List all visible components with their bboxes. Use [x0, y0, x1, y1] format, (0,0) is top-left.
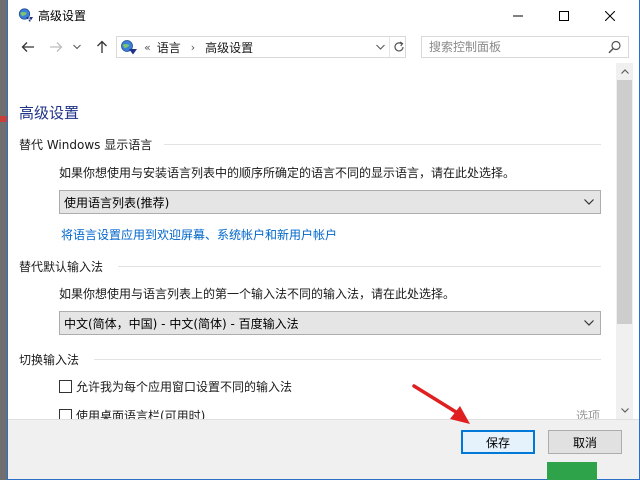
- search-box: [421, 36, 629, 58]
- minimize-icon: [513, 15, 523, 16]
- default-input-value: 中文(简体，中国) - 中文(简体) - 百度输入法: [64, 316, 299, 331]
- background-window-edge: [0, 116, 7, 122]
- desktop-language-bar-checkbox-row[interactable]: 使用桌面语言栏(可用时): [59, 407, 205, 419]
- address-bar[interactable]: « 语言 › 高级设置: [116, 36, 406, 58]
- switch-input-heading: 切换输入法: [19, 353, 80, 367]
- scroll-up-button[interactable]: [616, 63, 633, 80]
- section-divider: [94, 359, 601, 360]
- minimize-button[interactable]: [495, 0, 541, 31]
- address-dropdown-button[interactable]: [373, 37, 387, 57]
- page-title: 高级设置: [19, 104, 80, 122]
- annotation-arrow-icon: [412, 384, 470, 424]
- save-button[interactable]: 保存: [461, 430, 535, 454]
- dialog-footer: 保存 取消: [8, 419, 639, 479]
- desktop-language-bar-label[interactable]: 使用桌面语言栏(可用时): [76, 407, 205, 419]
- arrow-up-icon: [97, 40, 107, 53]
- display-language-select[interactable]: 使用语言列表(推荐): [59, 190, 601, 214]
- scroll-down-button[interactable]: [616, 402, 633, 419]
- close-icon: [605, 10, 615, 21]
- caret-up-icon: [620, 69, 629, 74]
- settings-content: 高级设置 替代 Windows 显示语言 如果你想使用与安装语言列表中的顺序所确…: [8, 63, 639, 419]
- per-app-input-checkbox-row[interactable]: 允许我为每个应用窗口设置不同的输入法: [59, 378, 292, 395]
- cancel-button[interactable]: 取消: [548, 430, 622, 454]
- language-bar-options-link[interactable]: 选项: [576, 407, 600, 419]
- forward-button[interactable]: [46, 38, 66, 56]
- advanced-settings-window: A 高级设置 « 语言 › 高级设置 搜索控制面板 高级设置 替代 Window…: [7, 0, 640, 480]
- display-language-heading: 替代 Windows 显示语言: [19, 138, 153, 152]
- search-input[interactable]: [422, 37, 604, 57]
- desktop-language-bar-checkbox[interactable]: [59, 409, 72, 419]
- svg-text:A: A: [28, 17, 32, 23]
- window-title: 高级设置: [38, 9, 87, 23]
- chevron-down-icon: [73, 44, 81, 50]
- breadcrumb-advanced-settings[interactable]: 高级设置: [205, 39, 253, 56]
- section-divider: [118, 266, 601, 267]
- vertical-scrollbar[interactable]: [616, 63, 633, 419]
- navigation-bar: « 语言 › 高级设置: [8, 31, 639, 63]
- maximize-button[interactable]: [541, 0, 587, 31]
- arrow-right-icon: [50, 42, 63, 52]
- close-button[interactable]: [587, 0, 633, 31]
- refresh-icon: [393, 41, 404, 52]
- title-bar[interactable]: A 高级设置: [8, 0, 639, 31]
- recent-locations-button[interactable]: [70, 38, 84, 56]
- default-input-heading: 替代默认输入法: [19, 260, 104, 274]
- chevron-down-icon: [375, 44, 385, 50]
- breadcrumb-language[interactable]: 语言: [157, 39, 181, 56]
- maximize-icon: [559, 10, 569, 21]
- background-app-tile: [547, 462, 597, 480]
- chevron-down-icon: [584, 199, 594, 205]
- display-language-description: 如果你想使用与安装语言列表中的顺序所确定的语言不同的显示语言，请在此处选择。: [59, 166, 516, 180]
- breadcrumb-chevron-icon[interactable]: ›: [191, 41, 195, 54]
- language-globe-icon: A: [18, 8, 33, 23]
- up-button[interactable]: [92, 38, 112, 56]
- address-overflow[interactable]: «: [144, 41, 151, 54]
- caret-down-icon: [620, 408, 629, 413]
- per-app-input-label[interactable]: 允许我为每个应用窗口设置不同的输入法: [76, 378, 292, 395]
- search-icon[interactable]: [608, 40, 622, 54]
- language-globe-icon: [121, 40, 137, 55]
- default-input-select[interactable]: 中文(简体，中国) - 中文(简体) - 百度输入法: [59, 311, 601, 335]
- arrow-left-icon: [21, 42, 34, 52]
- refresh-button[interactable]: [389, 37, 407, 57]
- back-button[interactable]: [18, 38, 38, 56]
- per-app-input-checkbox[interactable]: [59, 380, 72, 393]
- chevron-down-icon: [584, 320, 594, 326]
- display-language-value: 使用语言列表(推荐): [64, 195, 170, 210]
- section-divider: [164, 144, 601, 145]
- apply-welcome-screen-link[interactable]: 将语言设置应用到欢迎屏幕、系统帐户和新用户帐户: [61, 226, 337, 243]
- scroll-thumb[interactable]: [617, 80, 632, 324]
- default-input-description: 如果你想使用与语言列表上的第一个输入法不同的输入法，请在此处选择。: [59, 287, 456, 301]
